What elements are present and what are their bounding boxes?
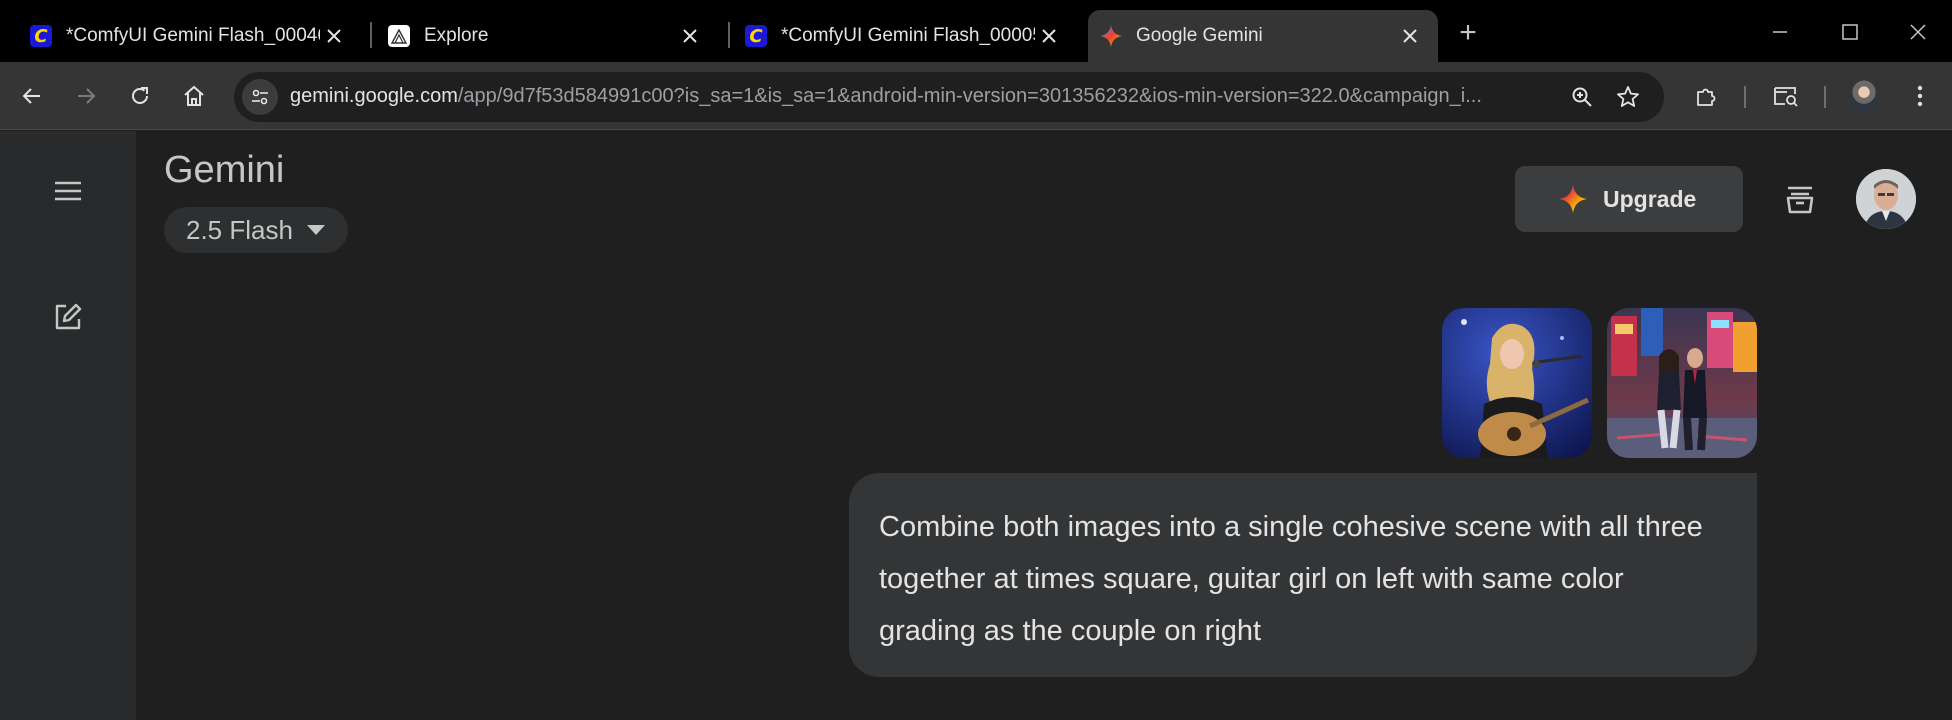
- user-message-bubble: Combine both images into a single cohesi…: [849, 473, 1757, 677]
- arrow-right-icon: [78, 88, 96, 104]
- explore-icon: [388, 25, 410, 47]
- browser-tab-strip: C *ComfyUI Gemini Flash_00046_ Explore C…: [0, 0, 1952, 62]
- browser-tab-google-gemini[interactable]: Google Gemini: [1088, 10, 1438, 62]
- toolbar-separator: [1744, 86, 1746, 108]
- browser-tab-comfyui-00046[interactable]: C *ComfyUI Gemini Flash_00046_: [0, 10, 362, 62]
- reload-button[interactable]: [120, 76, 160, 116]
- comfyui-icon: C: [30, 25, 52, 47]
- site-info-icon[interactable]: [242, 79, 278, 115]
- url-text[interactable]: gemini.google.com/app/9d7f53d584991c00?i…: [290, 85, 1490, 108]
- model-label: 2.5 Flash: [186, 214, 293, 245]
- close-tab-icon[interactable]: [320, 22, 348, 50]
- attached-image-couple-times-square[interactable]: [1607, 308, 1757, 458]
- close-tab-icon[interactable]: [1035, 22, 1063, 50]
- archive-icon[interactable]: [1778, 177, 1822, 221]
- model-selector[interactable]: 2.5 Flash: [164, 207, 348, 253]
- browser-toolbar: gemini.google.com/app/9d7f53d584991c00?i…: [0, 62, 1952, 130]
- toolbar-separator: [1824, 86, 1826, 108]
- gemini-sparkle-icon: [1559, 185, 1587, 213]
- hamburger-menu-icon: [55, 181, 81, 201]
- maximize-window-icon[interactable]: [1830, 12, 1870, 52]
- home-button[interactable]: [174, 76, 214, 116]
- tab-title: Explore: [424, 25, 489, 46]
- app-main: Gemini 2.5 Flash Upgrade Combine both im…: [136, 131, 1952, 720]
- reload-icon: [132, 87, 148, 104]
- url-host: gemini.google.com: [290, 85, 458, 107]
- forward-button[interactable]: [66, 76, 106, 116]
- profile-avatar[interactable]: [1848, 80, 1880, 112]
- gemini-sparkle-icon: [1100, 25, 1122, 47]
- zoom-icon[interactable]: [1566, 81, 1598, 113]
- attached-image-guitar-girl[interactable]: [1442, 308, 1592, 458]
- user-message-text: Combine both images into a single cohesi…: [879, 511, 1703, 647]
- bookmark-star-icon[interactable]: [1612, 81, 1644, 113]
- address-bar[interactable]: gemini.google.com/app/9d7f53d584991c00?i…: [234, 72, 1664, 122]
- minimize-window-icon[interactable]: [1760, 12, 1800, 52]
- tab-title: Google Gemini: [1136, 25, 1263, 46]
- caret-down-icon: [306, 225, 325, 235]
- user-avatar[interactable]: [1856, 169, 1916, 229]
- upgrade-label: Upgrade: [1603, 185, 1697, 212]
- app-title: Gemini: [164, 149, 285, 191]
- tab-title: *ComfyUI Gemini Flash_00005_: [781, 25, 1035, 46]
- comfyui-icon: C: [745, 25, 767, 47]
- back-button[interactable]: [12, 76, 52, 116]
- url-path: /app/9d7f53d584991c00?is_sa=1&is_sa=1&an…: [457, 85, 1482, 107]
- main-menu-button[interactable]: [44, 167, 92, 215]
- browser-menu-icon[interactable]: [1900, 76, 1940, 116]
- tab-title: *ComfyUI Gemini Flash_00046_: [66, 25, 320, 46]
- close-tab-icon[interactable]: [676, 22, 704, 50]
- new-tab-button[interactable]: +: [1452, 18, 1484, 50]
- close-tab-icon[interactable]: [1396, 22, 1424, 50]
- upgrade-button[interactable]: Upgrade: [1515, 166, 1743, 232]
- app-sidebar: [0, 131, 136, 720]
- new-chat-button[interactable]: [44, 293, 92, 341]
- close-window-icon[interactable]: [1898, 12, 1938, 52]
- home-icon: [184, 85, 204, 106]
- tab-search-icon[interactable]: [1766, 76, 1806, 116]
- edit-square-icon: [55, 303, 82, 330]
- browser-tab-explore[interactable]: Explore: [358, 10, 718, 62]
- browser-tab-comfyui-00005[interactable]: C *ComfyUI Gemini Flash_00005_: [715, 10, 1077, 62]
- arrow-left-icon: [22, 88, 40, 104]
- extensions-icon[interactable]: [1686, 76, 1726, 116]
